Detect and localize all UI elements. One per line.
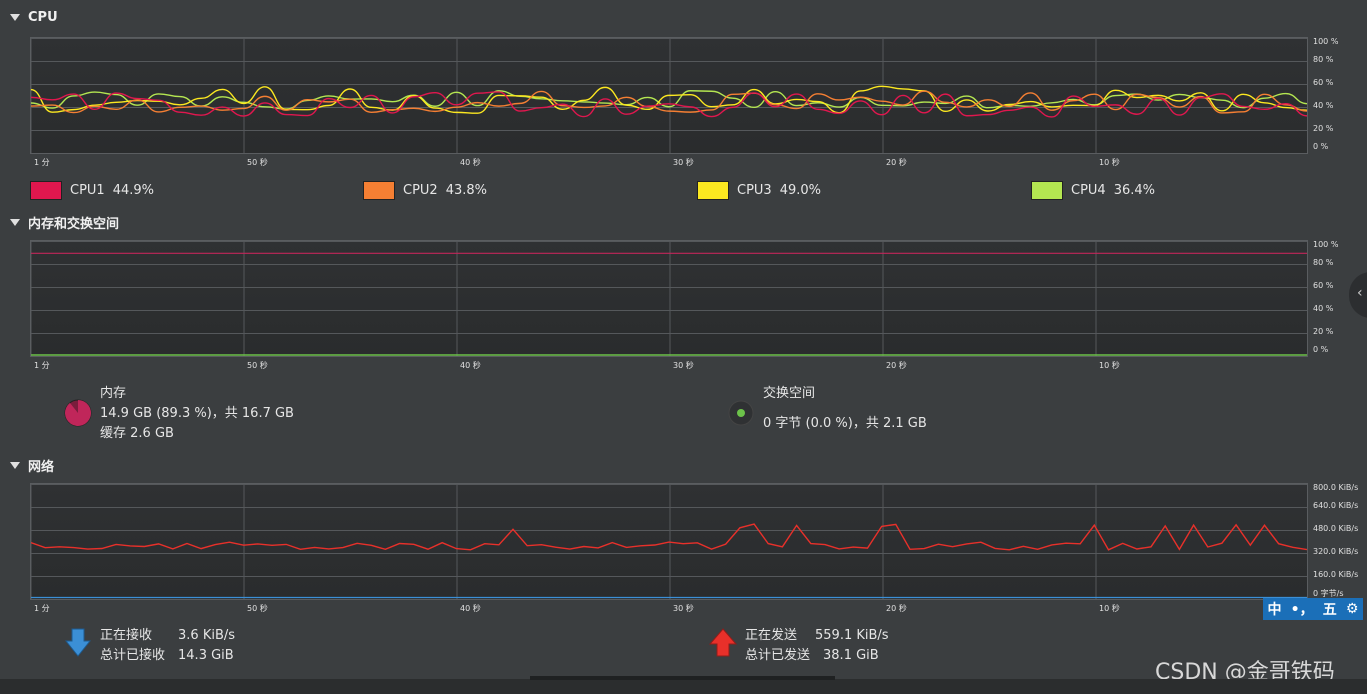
swap-pie-chart[interactable] [728,400,754,426]
mem-y-tick-label: 20 % [1313,327,1334,336]
cpu2-color-swatch[interactable] [363,181,395,200]
swap-usage: 0 字节 (0.0 %)，共 2.1 GB [763,416,927,431]
total-sent-value: 38.1 GiB [823,648,879,663]
cpu4-legend[interactable]: CPU4 36.4% [1031,181,1155,200]
memory-cache: 缓存 2.6 GB [100,426,174,441]
net-y-tick-label: 800.0 KiB/s [1313,483,1359,492]
cpu-x-tick-label: 30 秒 [673,158,694,167]
mem-y-tick-label: 80 % [1313,258,1334,267]
mem-x-tick-label: 10 秒 [1099,361,1120,370]
memory-graph-svg [31,241,1307,356]
cpu-y-tick-label: 80 % [1313,55,1334,64]
cpu3-color-swatch[interactable] [697,181,729,200]
net-y-tick-label: 160.0 KiB/s [1313,570,1359,579]
download-arrow-icon[interactable] [65,628,91,658]
upload-arrow-icon[interactable] [709,628,737,658]
total-received-value: 14.3 GiB [178,648,234,663]
cpu2-value: 43.8% [445,183,488,198]
mem-x-tick-label: 1 分 [34,361,50,370]
collapse-triangle-icon[interactable] [10,14,20,21]
memory-section-title: 内存和交换空间 [28,217,120,232]
cpu2-label: CPU2 [403,183,438,198]
bottom-bar [0,676,1367,694]
mem-y-tick-label: 0 % [1313,345,1329,354]
cpu-y-tick-label: 0 % [1313,142,1329,151]
cpu-y-tick-label: 40 % [1313,101,1334,110]
mem-y-tick-label: 100 % [1313,240,1339,249]
cpu-x-tick-label: 10 秒 [1099,158,1120,167]
cpu-graph-svg [31,38,1307,153]
swap-label: 交换空间 [763,386,816,401]
receiving-value: 3.6 KiB/s [178,628,236,643]
cpu4-value: 36.4% [1113,183,1156,198]
memory-section-header[interactable]: 内存和交换空间 [10,213,119,232]
chevron-left-icon[interactable]: ‹ [1357,285,1363,301]
mem-y-tick-label: 60 % [1313,281,1334,290]
net-x-tick-label: 10 秒 [1099,604,1120,613]
sending-value: 559.1 KiB/s [815,628,889,643]
total-sent-label: 总计已发送 [745,648,811,663]
cpu4-series-line [31,90,1307,110]
net-y-tick-label: 640.0 KiB/s [1313,501,1359,510]
cpu-x-tick-label: 1 分 [34,158,50,167]
receive-info: 正在接收 3.6 KiB/s 总计已接收 14.3 GiB [100,626,235,666]
side-panel-handle[interactable]: ‹ [1349,272,1367,318]
cpu-section-header[interactable]: CPU [10,10,58,25]
sending-label: 正在发送 [745,628,798,643]
cpu-x-tick-label: 50 秒 [247,158,268,167]
net-y-tick-label: 320.0 KiB/s [1313,547,1359,556]
network-section-title: 网络 [28,460,55,475]
net-x-tick-label: 1 分 [34,604,50,613]
mem-x-tick-label: 50 秒 [247,361,268,370]
ime-toolbar[interactable]: 中 •， 五 ⚙ [1263,598,1363,620]
mem-x-tick-label: 40 秒 [460,361,481,370]
memory-usage: 14.9 GB (89.3 %)，共 16.7 GB [100,406,294,421]
cpu3-label: CPU3 [737,183,772,198]
gear-icon[interactable]: ⚙ [1346,601,1359,617]
ime-punctuation-toggle[interactable]: •， [1291,599,1314,619]
cpu1-label: CPU1 [70,183,105,198]
cpu-y-tick-label: 100 % [1313,37,1339,46]
cpu-y-tick-label: 20 % [1313,124,1334,133]
ime-language-toggle[interactable]: 中 [1268,599,1282,619]
net-x-tick-label: 30 秒 [673,604,694,613]
cpu4-color-swatch[interactable] [1031,181,1063,200]
net-x-tick-label: 20 秒 [886,604,907,613]
total-received-label: 总计已接收 [100,648,166,663]
mem-x-tick-label: 30 秒 [673,361,694,370]
memory-pie-chart[interactable] [63,398,93,428]
receiving-label: 正在接收 [100,628,153,643]
send-series-line [31,523,1307,551]
collapse-triangle-icon[interactable] [10,219,20,226]
ime-mode-toggle[interactable]: 五 [1323,599,1337,619]
net-x-tick-label: 50 秒 [247,604,268,613]
cpu-history-graph [30,37,1308,154]
network-history-graph [30,483,1308,600]
cpu4-label: CPU4 [1071,183,1106,198]
memory-info: 内存 14.9 GB (89.3 %)，共 16.7 GB 缓存 2.6 GB [100,384,294,444]
swap-info: 交换空间 0 字节 (0.0 %)，共 2.1 GB [763,384,927,434]
cpu1-color-swatch[interactable] [30,181,62,200]
network-graph-svg [31,484,1307,599]
mem-y-tick-label: 40 % [1313,304,1334,313]
cpu1-legend[interactable]: CPU1 44.9% [30,181,154,200]
cpu1-value: 44.9% [112,183,155,198]
cpu-y-tick-label: 60 % [1313,78,1334,87]
cpu2-series-line [31,90,1307,114]
net-x-tick-label: 40 秒 [460,604,481,613]
cpu3-value: 49.0% [779,183,822,198]
network-section-header[interactable]: 网络 [10,456,54,475]
collapse-triangle-icon[interactable] [10,462,20,469]
memory-label: 内存 [100,386,127,401]
cpu-x-tick-label: 20 秒 [886,158,907,167]
mem-x-tick-label: 20 秒 [886,361,907,370]
memory-history-graph [30,240,1308,357]
net-y-tick-label: 480.0 KiB/s [1313,524,1359,533]
cpu3-legend[interactable]: CPU3 49.0% [697,181,821,200]
horizontal-scrollbar[interactable] [530,676,835,680]
send-info: 正在发送 559.1 KiB/s 总计已发送 38.1 GiB [745,626,889,666]
cpu2-legend[interactable]: CPU2 43.8% [363,181,487,200]
cpu-x-tick-label: 40 秒 [460,158,481,167]
cpu-section-title: CPU [28,10,58,25]
